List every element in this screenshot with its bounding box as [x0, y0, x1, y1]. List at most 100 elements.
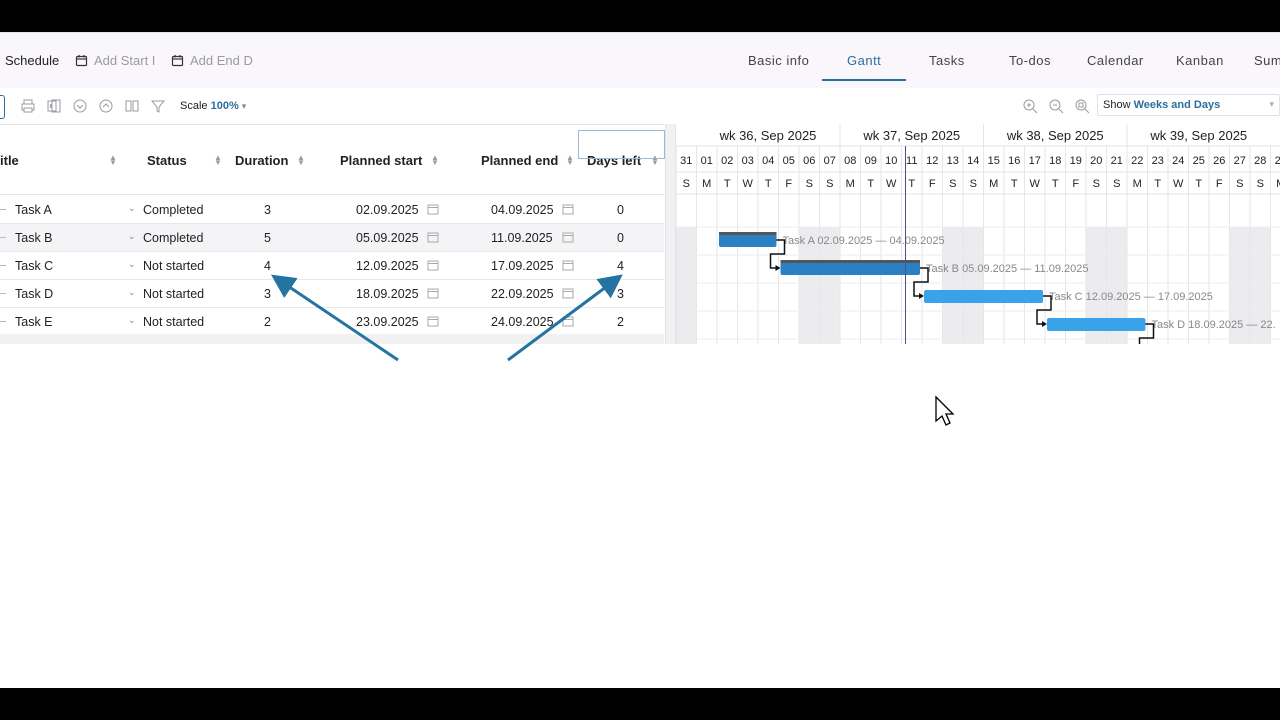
- table-row[interactable]: Task D ⌄ Not started 3 18.09.2025 22.09.2025 3: [0, 280, 664, 308]
- table-row[interactable]: Task E ⌄ Not started 2 23.09.2025 24.09.2025 2: [0, 308, 664, 336]
- days-left-cell[interactable]: 3: [617, 287, 624, 301]
- day-number-label: 18: [1049, 155, 1061, 167]
- task-title-cell[interactable]: Task C: [15, 259, 53, 273]
- planned-start-cell[interactable]: 23.09.2025: [356, 315, 419, 329]
- day-number-label: 05: [783, 155, 795, 167]
- col-header-duration[interactable]: Duration: [235, 153, 288, 168]
- columns-icon[interactable]: [124, 98, 140, 114]
- duration-cell[interactable]: 2: [264, 315, 271, 329]
- tab-kanban[interactable]: Kanban: [1176, 53, 1224, 68]
- collapse-icon[interactable]: [72, 98, 88, 114]
- task-title-cell[interactable]: Task D: [15, 287, 53, 301]
- status-cell[interactable]: Completed: [143, 203, 203, 217]
- tab-gantt[interactable]: Gantt: [847, 53, 881, 68]
- col-header-title[interactable]: itle: [0, 153, 19, 168]
- calendar-icon[interactable]: [562, 231, 574, 243]
- add-task-button[interactable]: [0, 95, 5, 119]
- status-cell[interactable]: Completed: [143, 231, 203, 245]
- day-letter-label: S: [1257, 178, 1264, 190]
- planned-end-cell[interactable]: 11.09.2025: [491, 231, 553, 245]
- tab-todos[interactable]: To-dos: [1009, 53, 1051, 68]
- sort-icon[interactable]: ▲ ▼: [297, 154, 305, 167]
- planned-start-cell[interactable]: 02.09.2025: [356, 203, 419, 217]
- calendar-icon[interactable]: [562, 315, 574, 327]
- chevron-down-icon[interactable]: ⌄: [128, 231, 136, 242]
- duration-cell[interactable]: 4: [264, 259, 271, 273]
- planned-end-cell[interactable]: 04.09.2025: [491, 203, 554, 217]
- task-title-cell[interactable]: Task A: [15, 203, 52, 217]
- calendar-icon[interactable]: [427, 287, 439, 299]
- tab-summary[interactable]: Sum: [1254, 53, 1280, 68]
- status-cell[interactable]: Not started: [143, 315, 204, 329]
- calendar-icon[interactable]: [427, 315, 439, 327]
- zoom-in-icon[interactable]: [1022, 98, 1038, 114]
- chevron-down-icon[interactable]: ⌄: [128, 203, 136, 214]
- day-letter-label: M: [702, 178, 711, 190]
- day-letter-label: S: [683, 178, 690, 190]
- duration-cell[interactable]: 5: [264, 231, 271, 245]
- show-scale-select[interactable]: Show Weeks and Days ▾: [1097, 94, 1280, 116]
- week-label: wk 39, Sep 2025: [1149, 128, 1247, 143]
- calendar-icon[interactable]: [562, 203, 574, 215]
- grid-gantt-splitter[interactable]: [665, 124, 676, 344]
- expand-icon[interactable]: [98, 98, 114, 114]
- tab-basic-info[interactable]: Basic info: [748, 53, 809, 68]
- weekend-column: [942, 227, 963, 344]
- grid-scrollbar[interactable]: [0, 334, 664, 344]
- print-icon[interactable]: [20, 98, 36, 114]
- table-row[interactable]: Task B ⌄ Completed 5 05.09.2025 11.09.2025 0: [0, 224, 664, 252]
- week-label: wk 36, Sep 2025: [719, 128, 817, 143]
- task-bar: [780, 262, 920, 275]
- add-end-date-button[interactable]: Add End D: [171, 53, 253, 68]
- task-title-cell[interactable]: Task B: [15, 231, 53, 245]
- filter-icon[interactable]: [150, 98, 166, 114]
- zoom-out-icon[interactable]: [1048, 98, 1064, 114]
- planned-end-cell[interactable]: 24.09.2025: [491, 315, 554, 329]
- planned-start-cell[interactable]: 12.09.2025: [356, 259, 419, 273]
- planned-end-cell[interactable]: 17.09.2025: [491, 259, 554, 273]
- task-bar-label: Task D 18.09.2025 — 22.: [1152, 319, 1276, 331]
- status-cell[interactable]: Not started: [143, 259, 204, 273]
- col-header-planned-end[interactable]: Planned end: [481, 153, 558, 168]
- days-left-cell[interactable]: 2: [617, 315, 624, 329]
- sort-icon[interactable]: ▲ ▼: [214, 154, 222, 167]
- days-left-cell[interactable]: 0: [617, 203, 624, 217]
- day-number-label: 19: [1070, 155, 1082, 167]
- col-header-status[interactable]: Status: [147, 153, 187, 168]
- calendar-icon[interactable]: [562, 287, 574, 299]
- sort-icon[interactable]: ▲ ▼: [431, 154, 439, 167]
- day-number-label: 22: [1131, 155, 1143, 167]
- calendar-icon[interactable]: [427, 259, 439, 271]
- task-title-cell[interactable]: Task E: [15, 315, 53, 329]
- sort-icon[interactable]: ▲ ▼: [566, 154, 574, 167]
- duration-cell[interactable]: 3: [264, 287, 271, 301]
- table-row[interactable]: Task C ⌄ Not started 4 12.09.2025 17.09.2025 4: [0, 252, 664, 280]
- scale-dropdown[interactable]: Scale 100% ▾: [180, 100, 246, 112]
- zoom-fit-icon[interactable]: [1074, 98, 1090, 114]
- day-letter-label: S: [826, 178, 833, 190]
- chevron-down-icon[interactable]: ⌄: [128, 315, 136, 326]
- day-number-label: 14: [967, 155, 979, 167]
- days-left-cell[interactable]: 0: [617, 231, 624, 245]
- sort-icon[interactable]: ▲ ▼: [109, 154, 117, 167]
- planned-start-cell[interactable]: 18.09.2025: [356, 287, 419, 301]
- planned-end-cell[interactable]: 22.09.2025: [491, 287, 554, 301]
- tab-calendar[interactable]: Calendar: [1087, 53, 1144, 68]
- calendar-icon[interactable]: [427, 231, 439, 243]
- days-left-cell[interactable]: 4: [617, 259, 624, 273]
- status-cell[interactable]: Not started: [143, 287, 204, 301]
- chevron-down-icon[interactable]: ⌄: [128, 259, 136, 270]
- chevron-down-icon[interactable]: ⌄: [128, 287, 136, 298]
- row-handle: [0, 265, 6, 266]
- gantt-timeline: wk 36, Sep 2025 wk 37, Sep 2025 wk 38, Sep…: [676, 124, 1280, 344]
- add-start-date-button[interactable]: Add Start I: [75, 53, 155, 68]
- col-header-planned-start[interactable]: Planned start: [340, 153, 422, 168]
- tab-tasks[interactable]: Tasks: [929, 53, 965, 68]
- calendar-icon[interactable]: [427, 203, 439, 215]
- day-number-label: 24: [1172, 155, 1184, 167]
- calendar-icon[interactable]: [562, 259, 574, 271]
- duration-cell[interactable]: 3: [264, 203, 271, 217]
- table-row[interactable]: Task A ⌄ Completed 3 02.09.2025 04.09.2025 0: [0, 196, 664, 224]
- export-icon[interactable]: [46, 98, 62, 114]
- planned-start-cell[interactable]: 05.09.2025: [356, 231, 419, 245]
